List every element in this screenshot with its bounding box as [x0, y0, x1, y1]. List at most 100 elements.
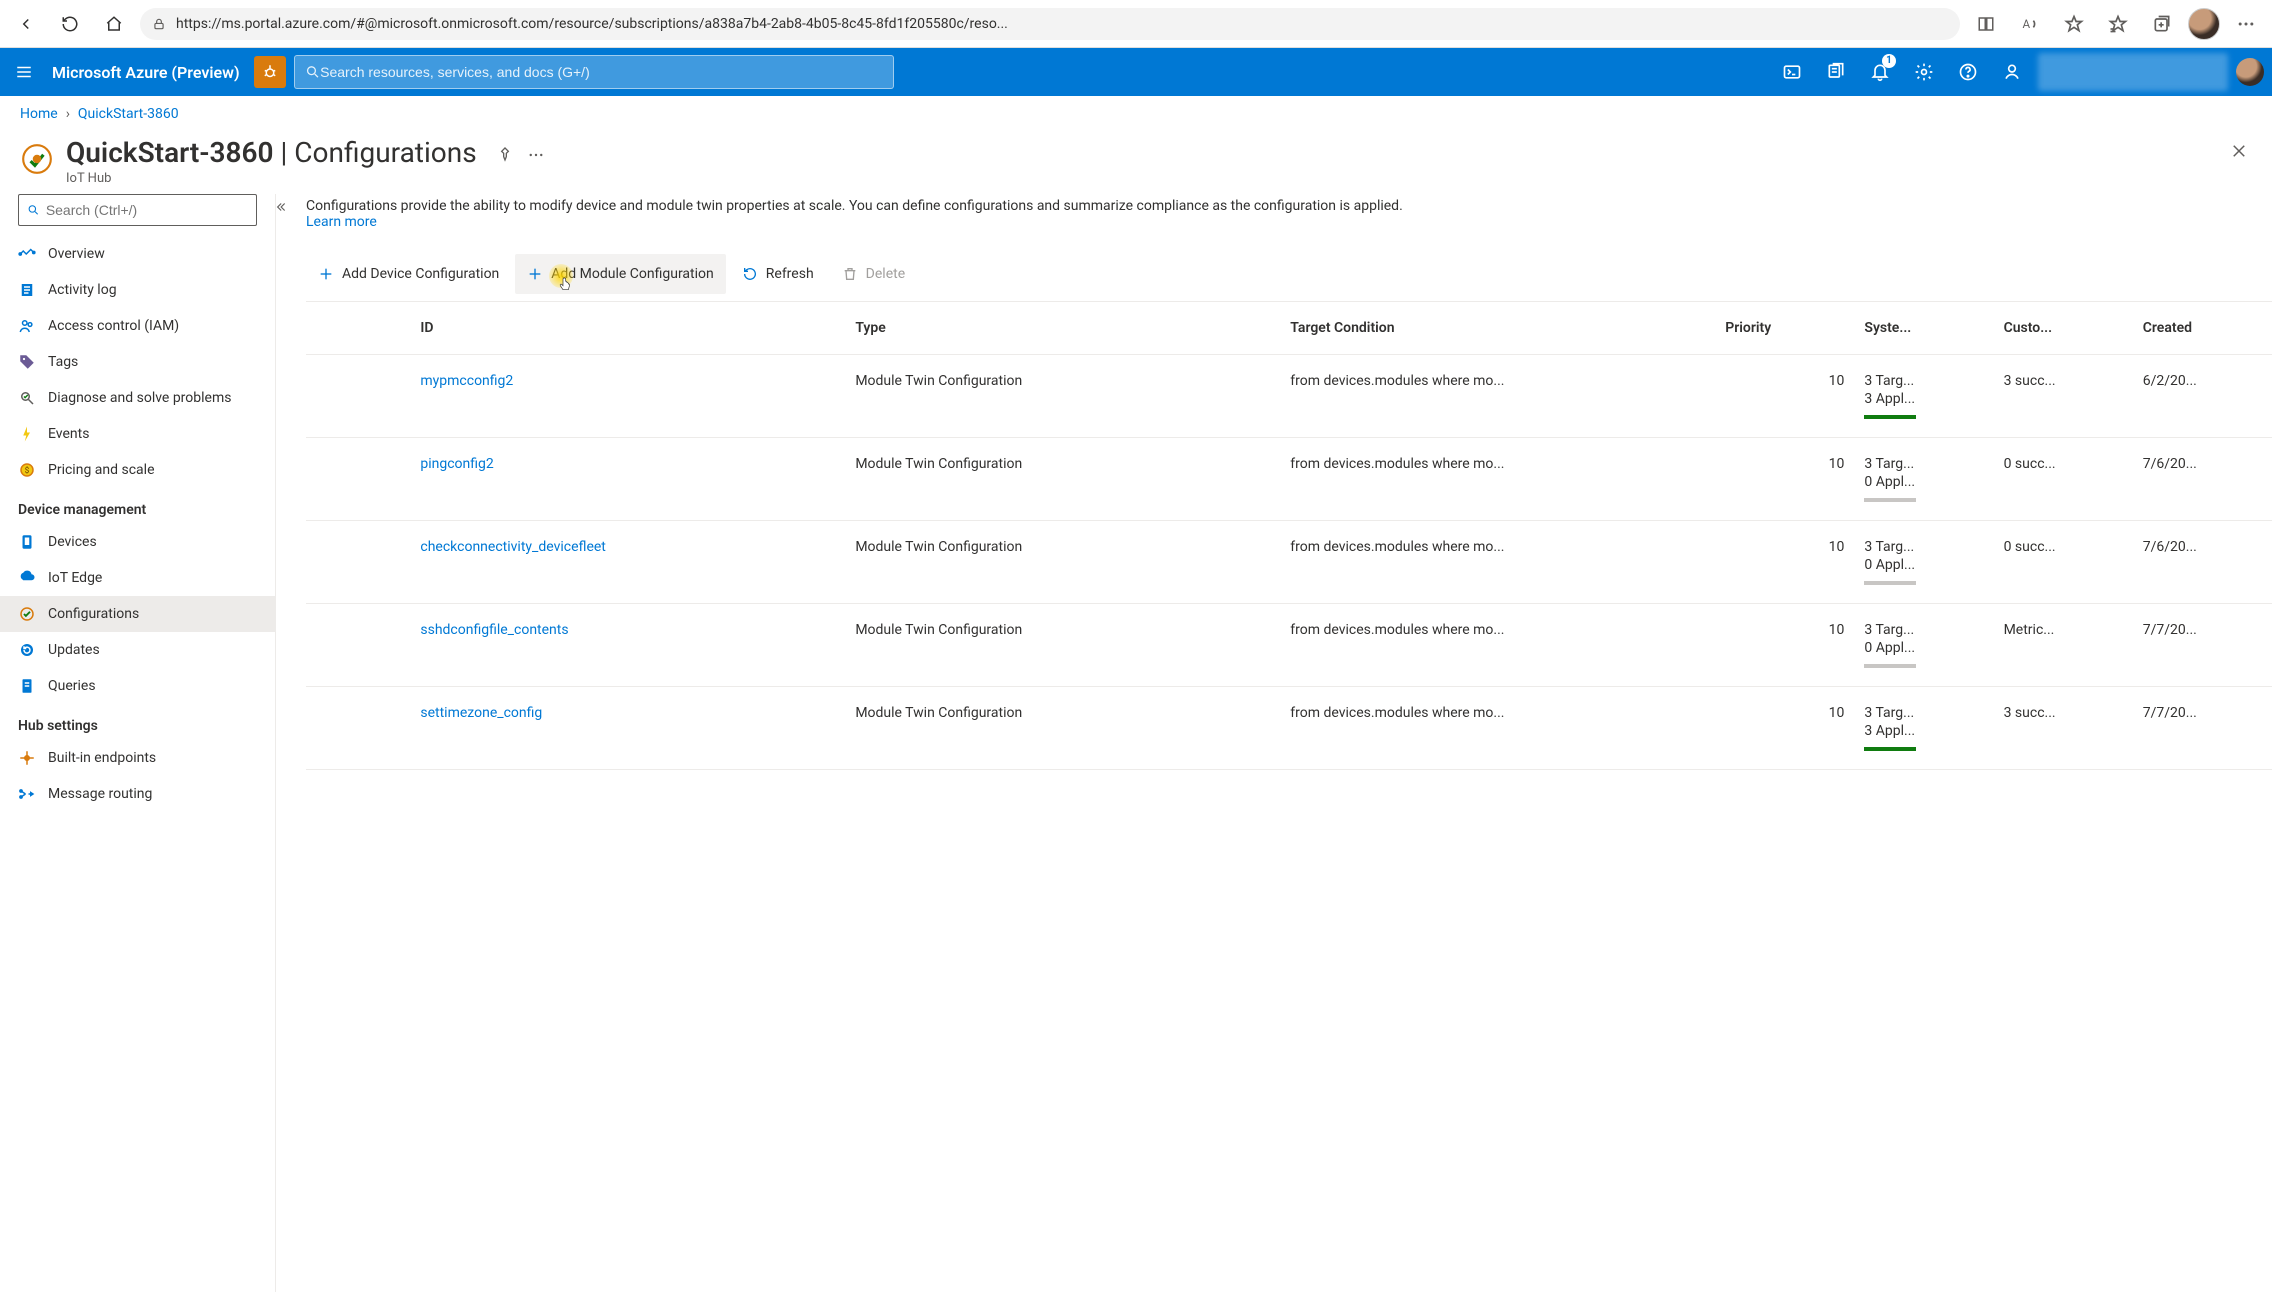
- breadcrumb-current[interactable]: QuickStart-3860: [78, 106, 179, 122]
- azure-brand[interactable]: Microsoft Azure (Preview): [48, 63, 254, 82]
- col-created[interactable]: Created: [2133, 302, 2272, 355]
- sidebar-item-updates[interactable]: Updates: [0, 632, 275, 668]
- read-aloud-icon[interactable]: A: [2012, 6, 2048, 42]
- breadcrumb-home[interactable]: Home: [20, 106, 58, 122]
- sidebar-item-label: Updates: [48, 642, 100, 658]
- browser-more-icon[interactable]: [2228, 6, 2264, 42]
- delete-button: Delete: [830, 254, 917, 294]
- help-icon[interactable]: [1946, 48, 1990, 96]
- col-priority[interactable]: Priority: [1715, 302, 1854, 355]
- sidebar-item-events[interactable]: Events: [0, 416, 275, 452]
- table-row[interactable]: checkconnectivity_devicefleet Module Twi…: [306, 521, 2272, 604]
- col-type[interactable]: Type: [845, 302, 1280, 355]
- col-custom[interactable]: Custo...: [1994, 302, 2133, 355]
- config-priority: 10: [1715, 687, 1854, 770]
- svg-text:A: A: [2023, 17, 2031, 31]
- sidebar-search[interactable]: [18, 194, 257, 226]
- preview-bug-icon[interactable]: [254, 56, 286, 88]
- hamburger-menu-button[interactable]: [0, 48, 48, 96]
- sidebar-item-label: Message routing: [48, 786, 152, 802]
- split-screen-icon[interactable]: [1968, 6, 2004, 42]
- sidebar-item-pricing-and-scale[interactable]: $Pricing and scale: [0, 452, 275, 488]
- config-id-link[interactable]: mypmcconfig2: [420, 373, 513, 389]
- more-icon[interactable]: [527, 146, 545, 164]
- notifications-icon[interactable]: 1: [1858, 48, 1902, 96]
- main-content: Configurations provide the ability to mo…: [276, 194, 2272, 1292]
- cloud-shell-icon[interactable]: [1770, 48, 1814, 96]
- config-custom-metrics: Metric...: [1994, 604, 2133, 687]
- config-id-link[interactable]: settimezone_config: [420, 705, 542, 721]
- config-id-link[interactable]: pingconfig2: [420, 456, 493, 472]
- search-icon: [305, 64, 321, 80]
- learn-more-link[interactable]: Learn more: [306, 214, 377, 230]
- collections-icon[interactable]: [2144, 6, 2180, 42]
- sidebar-item-activity-log[interactable]: Activity log: [0, 272, 275, 308]
- table-row[interactable]: mypmcconfig2 Module Twin Configuration f…: [306, 355, 2272, 438]
- config-target: from devices.modules where mo...: [1280, 355, 1715, 438]
- account-info[interactable]: [2038, 53, 2228, 91]
- settings-gear-icon[interactable]: [1902, 48, 1946, 96]
- add-module-config-button[interactable]: Add Module Configuration: [515, 254, 725, 294]
- col-system[interactable]: Syste...: [1854, 302, 1993, 355]
- toolbar: Add Device Configuration Add Module Conf…: [306, 246, 2272, 302]
- plus-icon: [527, 266, 543, 282]
- sidebar-item-label: Diagnose and solve problems: [48, 390, 231, 406]
- table-row[interactable]: pingconfig2 Module Twin Configuration fr…: [306, 438, 2272, 521]
- config-custom-metrics: 3 succ...: [1994, 355, 2133, 438]
- col-id[interactable]: ID: [410, 302, 845, 355]
- config-priority: 10: [1715, 355, 1854, 438]
- collapse-sidebar-icon[interactable]: [273, 200, 287, 214]
- lock-icon: [152, 17, 166, 31]
- config-id-link[interactable]: sshdconfigfile_contents: [420, 622, 568, 638]
- config-target: from devices.modules where mo...: [1280, 687, 1715, 770]
- sidebar-item-label: Overview: [48, 246, 105, 262]
- config-created: 6/2/20...: [2133, 355, 2272, 438]
- sidebar-item-label: Events: [48, 426, 89, 442]
- pin-icon[interactable]: [497, 146, 513, 164]
- close-blade-button[interactable]: [2230, 142, 2248, 160]
- config-type: Module Twin Configuration: [845, 687, 1280, 770]
- sidebar-item-iot-edge[interactable]: IoT Edge: [0, 560, 275, 596]
- add-device-config-button[interactable]: Add Device Configuration: [306, 254, 511, 294]
- config-system-metrics: 3 Targ...3 Appl...: [1854, 355, 1993, 438]
- feedback-icon[interactable]: [1990, 48, 2034, 96]
- sidebar-item-queries[interactable]: Queries: [0, 668, 275, 704]
- browser-refresh-button[interactable]: [52, 6, 88, 42]
- table-row[interactable]: settimezone_config Module Twin Configura…: [306, 687, 2272, 770]
- sidebar-item-label: Tags: [48, 354, 78, 370]
- browser-home-button[interactable]: [96, 6, 132, 42]
- config-type: Module Twin Configuration: [845, 521, 1280, 604]
- nav-icon: [18, 281, 36, 299]
- sidebar-item-devices[interactable]: Devices: [0, 524, 275, 560]
- sidebar-item-label: IoT Edge: [48, 570, 102, 586]
- browser-url-bar[interactable]: https://ms.portal.azure.com/#@microsoft.…: [140, 8, 1960, 40]
- sidebar-search-input[interactable]: [46, 202, 248, 218]
- azure-search-box[interactable]: [294, 55, 894, 89]
- sidebar-item-configurations[interactable]: Configurations: [0, 596, 275, 632]
- azure-avatar[interactable]: [2236, 58, 2264, 86]
- sidebar-item-diagnose-and-solve-problems[interactable]: Diagnose and solve problems: [0, 380, 275, 416]
- favorite-star-icon[interactable]: [2056, 6, 2092, 42]
- config-id-link[interactable]: checkconnectivity_devicefleet: [420, 539, 606, 555]
- sidebar-item-message-routing[interactable]: Message routing: [0, 776, 275, 812]
- col-target[interactable]: Target Condition: [1280, 302, 1715, 355]
- browser-back-button[interactable]: [8, 6, 44, 42]
- search-icon: [27, 203, 40, 217]
- table-header-row: ID Type Target Condition Priority Syste.…: [306, 302, 2272, 355]
- refresh-button[interactable]: Refresh: [730, 254, 826, 294]
- sidebar-item-tags[interactable]: Tags: [0, 344, 275, 380]
- directories-icon[interactable]: [1814, 48, 1858, 96]
- iot-hub-icon: [20, 142, 54, 176]
- config-custom-metrics: 0 succ...: [1994, 438, 2133, 521]
- sidebar-item-built-in-endpoints[interactable]: Built-in endpoints: [0, 740, 275, 776]
- azure-search-input[interactable]: [320, 64, 882, 80]
- config-created: 7/7/20...: [2133, 604, 2272, 687]
- table-row[interactable]: sshdconfigfile_contents Module Twin Conf…: [306, 604, 2272, 687]
- page-subtitle: IoT Hub: [66, 171, 477, 186]
- favorites-list-icon[interactable]: [2100, 6, 2136, 42]
- config-target: from devices.modules where mo...: [1280, 521, 1715, 604]
- browser-profile-avatar[interactable]: [2188, 8, 2220, 40]
- nav-icon: [18, 389, 36, 407]
- sidebar-item-access-control-iam-[interactable]: Access control (IAM): [0, 308, 275, 344]
- sidebar-item-overview[interactable]: Overview: [0, 236, 275, 272]
